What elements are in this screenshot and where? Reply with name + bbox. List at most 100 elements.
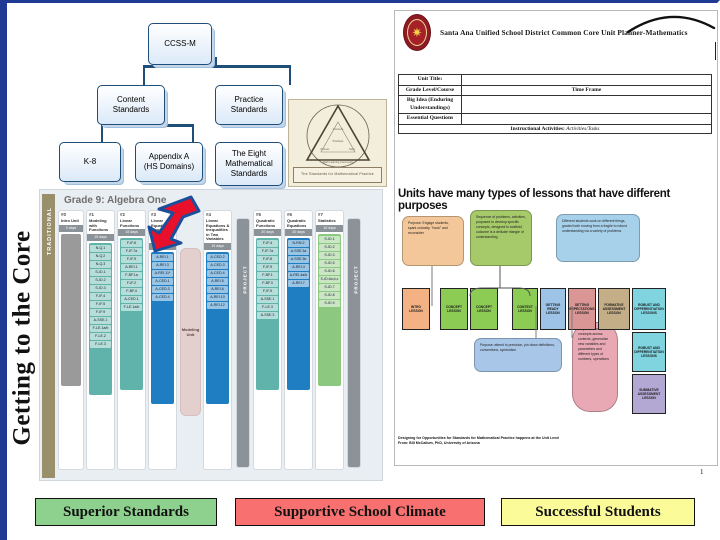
footer-banner[interactable]: Supportive School Climate (235, 498, 485, 526)
form-value-time-frame[interactable]: Time Frame (461, 84, 712, 97)
standard-cell[interactable]: A-REI.7 (288, 280, 309, 288)
lesson-type-box[interactable]: CONCEPT LESSON (440, 288, 468, 330)
pathway-column[interactable]: #5 Quadratic Functions 20 days F-IF.4 F-IF.7… (253, 210, 282, 470)
standard-cell[interactable]: S-ID.6 (319, 267, 340, 275)
node-eight-mathematical-standards[interactable]: The Eight Mathematical Standards (215, 142, 283, 186)
standard-cell[interactable]: N-RN.2 (288, 240, 309, 248)
standard-cell[interactable]: S-ID.3 (90, 284, 111, 292)
standard-cell[interactable]: F-IF.5 (257, 288, 278, 296)
instructional-activities-italic: Activities/Tasks (566, 125, 600, 132)
column-name: Modeling with Functions (89, 218, 109, 233)
pathway-column[interactable]: #1 Modeling with Functions 15 days N-Q.1 N-Q… (86, 210, 115, 470)
standard-cell[interactable]: A-REI.10 (207, 293, 228, 301)
standard-cell[interactable]: S-ID.6a,b,c (319, 275, 340, 283)
node-ccssm[interactable]: CCSS-M (148, 23, 212, 65)
lesson-type-box[interactable]: CONTEXT LESSON (512, 288, 538, 330)
standard-cell[interactable]: S-ID.2 (319, 243, 340, 251)
standard-cell[interactable]: F-BF.4 (121, 288, 142, 296)
standard-cell[interactable]: A-REI.6 (207, 285, 228, 293)
standard-cell[interactable]: A-REI.3 (152, 261, 173, 269)
node-appendix-a[interactable]: Appendix A (HS Domains) (135, 142, 203, 182)
standard-cell[interactable]: S-ID.1 (90, 268, 111, 276)
standard-cell[interactable]: F-BF.1a (121, 272, 142, 280)
form-value-big-idea[interactable] (461, 95, 712, 115)
form-value-unit-title[interactable] (461, 74, 712, 86)
footer-banner[interactable]: Successful Students (501, 498, 695, 526)
purpose-callout[interactable]: Sequence of problems, activities, purpos… (470, 210, 532, 266)
standard-cell[interactable]: S-ID.3 (319, 251, 340, 259)
standard-cell[interactable]: A-SSE.1 (257, 296, 278, 304)
pathway-column-project[interactable]: PROJECT (347, 218, 361, 468)
pathway-column[interactable]: #6 Quadratic Equations 20 days N-RN.2 A-SSE.… (284, 210, 313, 470)
form-label-big-idea: Big Idea (Enduring Understandings) (398, 95, 462, 115)
standard-cell[interactable]: S-ID.9 (319, 299, 340, 307)
standard-cell[interactable]: F-LE.1a/b (90, 324, 111, 332)
mathematical-practice-triangle-logo: Content Practices Process Rigor Math Lea… (288, 99, 387, 187)
standard-cell[interactable]: F-LE.3 (257, 304, 278, 312)
standard-cell[interactable]: A-REI.1 (121, 264, 142, 272)
pathway-column[interactable]: #4 Linear Equations & Inequalities in Two… (203, 210, 232, 470)
column-name: Statistics (318, 218, 336, 223)
lesson-type-box[interactable]: ROBUST AND DIFFERENTIATION LESSONS (632, 288, 666, 330)
standard-cell[interactable]: S-ID.2 (90, 276, 111, 284)
standard-cell[interactable]: A-REI.4a/b (288, 272, 309, 280)
purpose-callout[interactable]: Purpose: attend to precision, pin down d… (474, 338, 562, 372)
standard-cell[interactable]: N-Q.3 (90, 260, 111, 268)
lesson-type-box[interactable]: FORMATIVE ASSESSMENT LESSON (598, 288, 630, 330)
standard-cell[interactable]: F-LE.3 (90, 340, 111, 348)
standard-cell[interactable]: A-REI.12 (207, 301, 228, 309)
form-label-grade-level: Grade Level/Course (398, 84, 462, 97)
purpose-callout[interactable]: Purpose: use concepts across contexts, g… (572, 322, 618, 412)
standard-cell[interactable]: S-ID.1 (319, 235, 340, 243)
form-value-essential-questions[interactable] (461, 113, 712, 125)
standard-cell[interactable]: A-CED.3 (152, 285, 173, 293)
standard-cell[interactable]: A-CED.3 (207, 261, 228, 269)
standard-cell[interactable]: F-IF.9 (90, 308, 111, 316)
lesson-type-box[interactable]: INTRO LESSON (402, 288, 430, 330)
standard-cell[interactable]: F-LE.2 (90, 332, 111, 340)
standard-cell[interactable]: F-IF.8 (257, 256, 278, 264)
standard-cell[interactable]: A-CED.1 (121, 296, 142, 304)
standard-cell[interactable]: F-IF.2 (121, 280, 142, 288)
standard-cell[interactable]: A-CED.4 (207, 269, 228, 277)
footer-banner[interactable]: Superior Standards (35, 498, 217, 526)
standard-cell[interactable]: S-ID.7 (319, 283, 340, 291)
lesson-type-box[interactable]: SUMMATIVE ASSESSMENT LESSON (632, 374, 666, 414)
standard-cell[interactable]: A-SSE.3b (288, 256, 309, 264)
node-content-standards[interactable]: Content Standards (97, 85, 165, 125)
standard-cell[interactable]: A-SSE.1 (90, 316, 111, 324)
standard-cell[interactable]: F-BF.3 (257, 280, 278, 288)
standard-cell[interactable]: F-IF.4 (90, 292, 111, 300)
standard-cell[interactable]: A-CED.4 (152, 293, 173, 301)
standard-cell[interactable]: F-IF.9 (257, 264, 278, 272)
standard-cell[interactable]: F-IF.4 (257, 240, 278, 248)
column-standards-list: A-CED.2 A-CED.3 A-CED.4 A-REI.5 A-REI.6 A-REI… (206, 251, 229, 404)
purpose-callout[interactable]: Purpose: Engage students, spark curiosit… (402, 216, 464, 266)
node-practice-standards[interactable]: Practice Standards (215, 85, 283, 125)
standard-cell[interactable]: A-CED.1 (152, 277, 173, 285)
standard-cell[interactable]: N-Q.1 (90, 244, 111, 252)
standard-cell[interactable]: A-REI.5 (207, 277, 228, 285)
standard-cell[interactable]: A-CED.2 (207, 253, 228, 261)
pathway-column-modeling-unit[interactable]: Modeling Unit (180, 248, 201, 416)
lesson-type-box[interactable]: SETTING EXPECTATIONS LESSON (568, 288, 596, 330)
standard-cell[interactable]: F-IF.5 (90, 300, 111, 308)
purpose-callout[interactable]: Different students work on different thi… (556, 214, 640, 262)
standard-cell[interactable]: A-SSE.3a (288, 248, 309, 256)
standard-cell[interactable]: A-REI.11* (152, 269, 173, 277)
standard-cell[interactable]: F-IF.7a (257, 248, 278, 256)
standard-cell[interactable]: S-ID.5 (319, 259, 340, 267)
standard-cell[interactable]: N-Q.2 (90, 252, 111, 260)
lesson-type-box[interactable]: CONCEPT LESSON (470, 288, 498, 330)
standard-cell[interactable]: F-BF.1 (257, 272, 278, 280)
pathway-column[interactable]: #7 Statistics 10 days S-ID.1 S-ID.2 S-ID.3 S-I… (315, 210, 344, 470)
standard-cell[interactable]: A-SSE.3 (257, 312, 278, 320)
standard-cell[interactable]: S-ID.8 (319, 291, 340, 299)
pathway-column[interactable]: #0 Intro Unit 3 days (58, 210, 84, 470)
pathway-column-project[interactable]: PROJECT (236, 218, 250, 468)
standard-cell[interactable]: A-REI.4 (288, 264, 309, 272)
standard-cell[interactable]: F-LE.1a/b (121, 304, 142, 312)
lesson-type-box[interactable]: ROBUST AND DIFFERENTIATION LESSONS (632, 332, 666, 372)
node-k8[interactable]: K-8 (59, 142, 121, 182)
lesson-type-box[interactable]: GETTING READY LESSON (540, 288, 566, 330)
